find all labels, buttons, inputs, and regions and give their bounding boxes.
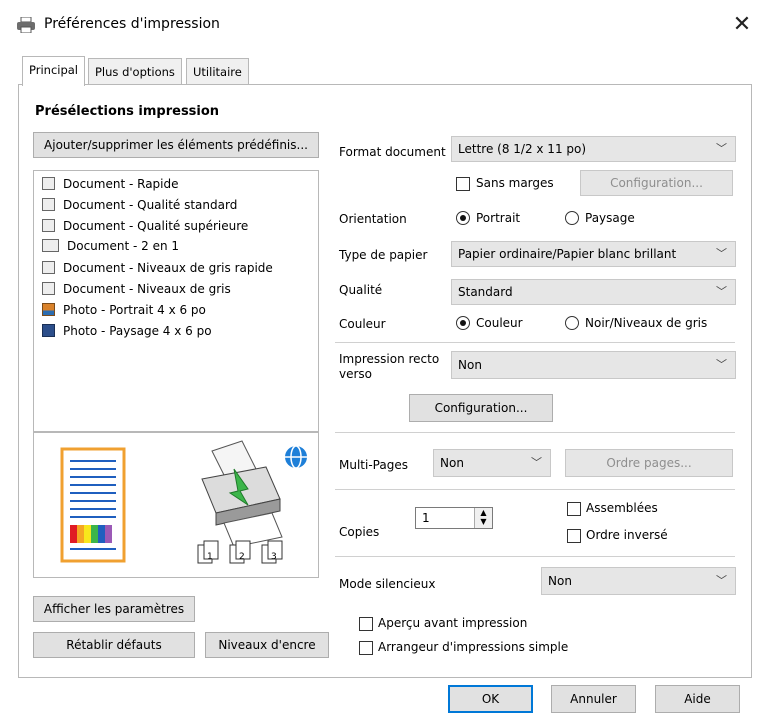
chevron-down-icon: ﹀ <box>716 247 727 260</box>
svg-text:1: 1 <box>207 552 213 562</box>
window-title: Préférences d'impression <box>44 16 220 32</box>
chevron-down-icon: ﹀ <box>716 574 727 587</box>
simple-arranger-label: Arrangeur d'impressions simple <box>378 640 569 654</box>
preview-illustration: 1 2 3 <box>60 440 307 564</box>
list-item[interactable]: Photo - Portrait 4 x 6 po <box>42 303 206 323</box>
copies-value: 1 <box>422 511 430 525</box>
multipage-select[interactable]: Non ﹀ <box>433 449 551 477</box>
two-up-document-icon <box>42 239 59 252</box>
tab-utilitaire[interactable]: Utilitaire <box>186 58 249 84</box>
svg-text:3: 3 <box>271 552 277 562</box>
landscape-label: Paysage <box>585 211 635 225</box>
paper-type-select[interactable]: Papier ordinaire/Papier blanc brillant ﹀ <box>451 241 736 267</box>
format-select[interactable]: Lettre (8 1/2 x 11 po) ﹀ <box>451 136 736 162</box>
close-button[interactable]: ✕ <box>722 8 762 42</box>
duplex-label-line2: verso <box>339 367 373 381</box>
quality-label: Qualité <box>339 283 383 297</box>
orientation-label: Orientation <box>339 212 407 226</box>
list-item[interactable]: Photo - Paysage 4 x 6 po <box>42 324 212 344</box>
page-preview-icon <box>60 447 126 563</box>
title-bar: Préférences d'impression ✕ <box>0 0 768 50</box>
restore-defaults-button[interactable]: Rétablir défauts <box>33 632 195 658</box>
spin-buttons[interactable]: ▲ ▼ <box>474 508 492 528</box>
printer-icon <box>17 17 35 33</box>
multipage-label: Multi-Pages <box>339 458 408 472</box>
duplex-select[interactable]: Non ﹀ <box>451 351 736 379</box>
quality-select[interactable]: Standard ﹀ <box>451 279 736 305</box>
show-settings-button[interactable]: Afficher les paramètres <box>33 596 195 622</box>
list-item[interactable]: Document - Niveaux de gris <box>42 282 231 302</box>
collate-checkbox[interactable] <box>567 502 581 516</box>
network-globe-icon <box>285 445 307 469</box>
borderless-checkbox[interactable] <box>456 177 470 191</box>
separator <box>335 342 735 343</box>
borderless-config-button[interactable]: Configuration... <box>580 170 733 196</box>
copies-label: Copies <box>339 525 380 539</box>
separator <box>335 489 735 490</box>
color-radio[interactable] <box>456 316 470 330</box>
duplex-config-button[interactable]: Configuration... <box>409 394 553 422</box>
ok-button[interactable]: OK <box>448 685 533 713</box>
photo-portrait-icon <box>42 303 55 316</box>
printer-illustration-icon <box>201 440 283 548</box>
grayscale-document-icon <box>42 261 55 274</box>
quiet-mode-select[interactable]: Non ﹀ <box>541 567 736 595</box>
chevron-down-icon: ﹀ <box>716 285 727 298</box>
color-radio-label: Couleur <box>476 316 523 330</box>
portrait-label: Portrait <box>476 211 521 225</box>
landscape-radio[interactable] <box>565 211 579 225</box>
format-label: Format document <box>339 145 446 159</box>
photo-landscape-icon <box>42 324 55 337</box>
copies-stepper[interactable]: 1 ▲ ▼ <box>415 507 493 529</box>
separator <box>335 556 735 557</box>
cancel-button[interactable]: Annuler <box>551 685 636 713</box>
paper-type-label: Type de papier <box>339 248 428 262</box>
tab-plus-options[interactable]: Plus d'options <box>88 58 182 84</box>
ink-levels-button[interactable]: Niveaux d'encre <box>205 632 329 658</box>
presets-heading: Présélections impression <box>35 104 220 119</box>
grayscale-radio[interactable] <box>565 316 579 330</box>
print-preview: 1 2 3 <box>33 432 319 578</box>
document-icon <box>42 198 55 211</box>
grayscale-document-icon <box>42 282 55 295</box>
tab-principal[interactable]: Principal <box>22 56 86 86</box>
color-label: Couleur <box>339 317 386 331</box>
document-icon <box>42 219 55 232</box>
help-button[interactable]: Aide <box>655 685 740 713</box>
chevron-down-icon: ﹀ <box>716 358 727 371</box>
manage-presets-button[interactable]: Ajouter/supprimer les éléments prédéfini… <box>33 132 319 158</box>
svg-text:2: 2 <box>239 552 245 562</box>
document-icon <box>42 177 55 190</box>
separator <box>335 432 735 433</box>
print-preview-checkbox[interactable] <box>359 617 373 631</box>
list-item[interactable]: Document - Niveaux de gris rapide <box>42 261 273 281</box>
preset-list[interactable]: Document - Rapide Document - Qualité sta… <box>33 170 319 432</box>
color-bars-icon <box>70 525 112 543</box>
borderless-label: Sans marges <box>476 176 554 190</box>
page-order-button[interactable]: Ordre pages... <box>565 449 733 477</box>
chevron-down-icon: ﹀ <box>531 456 542 469</box>
reverse-order-checkbox[interactable] <box>567 529 581 543</box>
grayscale-radio-label: Noir/Niveaux de gris <box>585 316 708 330</box>
portrait-radio[interactable] <box>456 211 470 225</box>
collate-label: Assemblées <box>586 501 658 515</box>
list-item[interactable]: Document - Qualité supérieure <box>42 219 248 239</box>
list-item[interactable]: Document - Qualité standard <box>42 198 237 218</box>
chevron-down-icon: ﹀ <box>716 142 727 155</box>
quiet-mode-label: Mode silencieux <box>339 577 436 591</box>
print-preview-label: Aperçu avant impression <box>378 616 528 630</box>
reverse-order-label: Ordre inversé <box>586 528 668 542</box>
simple-arranger-checkbox[interactable] <box>359 641 373 655</box>
list-item[interactable]: Document - 2 en 1 <box>42 239 179 259</box>
list-item[interactable]: Document - Rapide <box>42 177 179 197</box>
duplex-label: Impression recto <box>339 352 440 366</box>
